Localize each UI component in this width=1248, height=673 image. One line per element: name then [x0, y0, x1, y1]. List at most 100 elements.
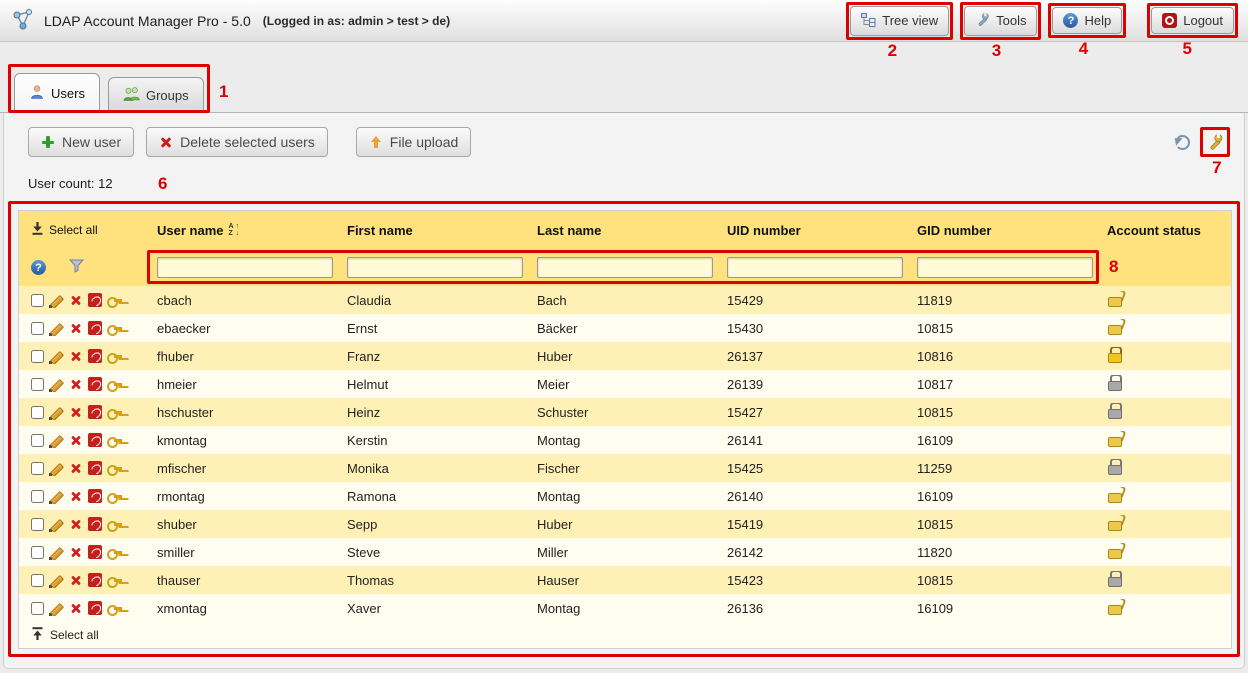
file-upload-button[interactable]: File upload: [356, 127, 472, 157]
delete-user-icon[interactable]: [70, 546, 83, 559]
pdf-export-icon[interactable]: [88, 349, 102, 363]
pdf-export-icon[interactable]: [88, 405, 102, 419]
column-header-gid[interactable]: GID number: [909, 223, 1099, 238]
select-all-bottom-label[interactable]: Select all: [50, 628, 99, 642]
delete-user-icon[interactable]: [70, 490, 83, 503]
filter-input-firstname[interactable]: [347, 257, 523, 278]
delete-user-icon[interactable]: [70, 406, 83, 419]
row-checkbox[interactable]: [31, 462, 44, 475]
status-unlocked-icon[interactable]: [1107, 543, 1121, 558]
pdf-export-icon[interactable]: [88, 545, 102, 559]
status-expired-icon[interactable]: [1107, 459, 1121, 474]
select-all-top-label[interactable]: Select all: [49, 223, 98, 237]
edit-user-icon[interactable]: [49, 433, 64, 448]
refresh-icon[interactable]: [1175, 135, 1190, 150]
new-user-button[interactable]: New user: [28, 127, 134, 157]
column-header-lastname[interactable]: Last name: [529, 223, 719, 238]
row-checkbox[interactable]: [31, 574, 44, 587]
delete-user-icon[interactable]: [70, 350, 83, 363]
column-header-username[interactable]: User name: [157, 223, 223, 238]
column-header-firstname[interactable]: First name: [339, 223, 529, 238]
delete-user-icon[interactable]: [70, 322, 83, 335]
pdf-export-icon[interactable]: [88, 517, 102, 531]
status-expired-icon[interactable]: [1107, 375, 1121, 390]
password-key-icon[interactable]: [107, 321, 122, 336]
row-checkbox[interactable]: [31, 490, 44, 503]
status-expired-icon[interactable]: [1107, 403, 1121, 418]
filter-input-uid[interactable]: [727, 257, 903, 278]
password-key-icon[interactable]: [107, 601, 122, 616]
edit-user-icon[interactable]: [49, 461, 64, 476]
delete-user-icon[interactable]: [70, 378, 83, 391]
filter-input-gid[interactable]: [917, 257, 1093, 278]
delete-user-icon[interactable]: [70, 434, 83, 447]
status-expired-icon[interactable]: [1107, 571, 1121, 586]
row-checkbox[interactable]: [31, 378, 44, 391]
edit-user-icon[interactable]: [49, 489, 64, 504]
password-key-icon[interactable]: [107, 573, 122, 588]
row-checkbox[interactable]: [31, 518, 44, 531]
status-unlocked-icon[interactable]: [1107, 487, 1121, 502]
password-key-icon[interactable]: [107, 433, 122, 448]
filter-help-icon[interactable]: ?: [31, 260, 46, 275]
tools-button[interactable]: Tools: [964, 6, 1037, 36]
select-all-up-icon[interactable]: [31, 627, 44, 643]
filter-input-lastname[interactable]: [537, 257, 713, 278]
sort-az-icon[interactable]: AZ ↑↓: [228, 223, 239, 237]
row-checkbox[interactable]: [31, 322, 44, 335]
pdf-export-icon[interactable]: [88, 377, 102, 391]
column-header-uid[interactable]: UID number: [719, 223, 909, 238]
status-unlocked-icon[interactable]: [1107, 431, 1121, 446]
pdf-export-icon[interactable]: [88, 433, 102, 447]
row-checkbox[interactable]: [31, 434, 44, 447]
pdf-export-icon[interactable]: [88, 461, 102, 475]
password-key-icon[interactable]: [107, 405, 122, 420]
pdf-export-icon[interactable]: [88, 573, 102, 587]
status-locked-icon[interactable]: [1107, 347, 1121, 362]
delete-user-icon[interactable]: [70, 462, 83, 475]
edit-user-icon[interactable]: [49, 405, 64, 420]
delete-user-icon[interactable]: [70, 602, 83, 615]
filter-input-username[interactable]: [157, 257, 333, 278]
edit-user-icon[interactable]: [49, 517, 64, 532]
password-key-icon[interactable]: [107, 377, 122, 392]
edit-user-icon[interactable]: [49, 601, 64, 616]
filter-funnel-icon[interactable]: [69, 259, 84, 276]
delete-user-icon[interactable]: [70, 574, 83, 587]
password-key-icon[interactable]: [107, 349, 122, 364]
row-checkbox[interactable]: [31, 546, 44, 559]
select-all-down-icon[interactable]: [31, 222, 44, 238]
delete-selected-users-button[interactable]: Delete selected users: [146, 127, 328, 157]
row-checkbox[interactable]: [31, 406, 44, 419]
edit-user-icon[interactable]: [49, 293, 64, 308]
delete-user-icon[interactable]: [70, 518, 83, 531]
row-checkbox[interactable]: [31, 350, 44, 363]
tree-view-button[interactable]: Tree view: [850, 6, 949, 36]
edit-user-icon[interactable]: [49, 321, 64, 336]
password-key-icon[interactable]: [107, 293, 122, 308]
settings-wrench-icon[interactable]: [1204, 131, 1226, 153]
help-button[interactable]: ? Help: [1052, 7, 1122, 34]
password-key-icon[interactable]: [107, 545, 122, 560]
status-unlocked-icon[interactable]: [1107, 515, 1121, 530]
password-key-icon[interactable]: [107, 461, 122, 476]
pdf-export-icon[interactable]: [88, 601, 102, 615]
pdf-export-icon[interactable]: [88, 293, 102, 307]
row-checkbox[interactable]: [31, 602, 44, 615]
status-unlocked-icon[interactable]: [1107, 319, 1121, 334]
password-key-icon[interactable]: [107, 489, 122, 504]
tab-users[interactable]: Users: [14, 73, 100, 113]
pdf-export-icon[interactable]: [88, 489, 102, 503]
edit-user-icon[interactable]: [49, 545, 64, 560]
status-unlocked-icon[interactable]: [1107, 291, 1121, 306]
status-unlocked-icon[interactable]: [1107, 599, 1121, 614]
edit-user-icon[interactable]: [49, 349, 64, 364]
row-checkbox[interactable]: [31, 294, 44, 307]
edit-user-icon[interactable]: [49, 573, 64, 588]
delete-user-icon[interactable]: [70, 294, 83, 307]
logout-button[interactable]: Logout: [1151, 7, 1234, 34]
tab-groups[interactable]: Groups: [108, 77, 204, 113]
edit-user-icon[interactable]: [49, 377, 64, 392]
password-key-icon[interactable]: [107, 517, 122, 532]
pdf-export-icon[interactable]: [88, 321, 102, 335]
